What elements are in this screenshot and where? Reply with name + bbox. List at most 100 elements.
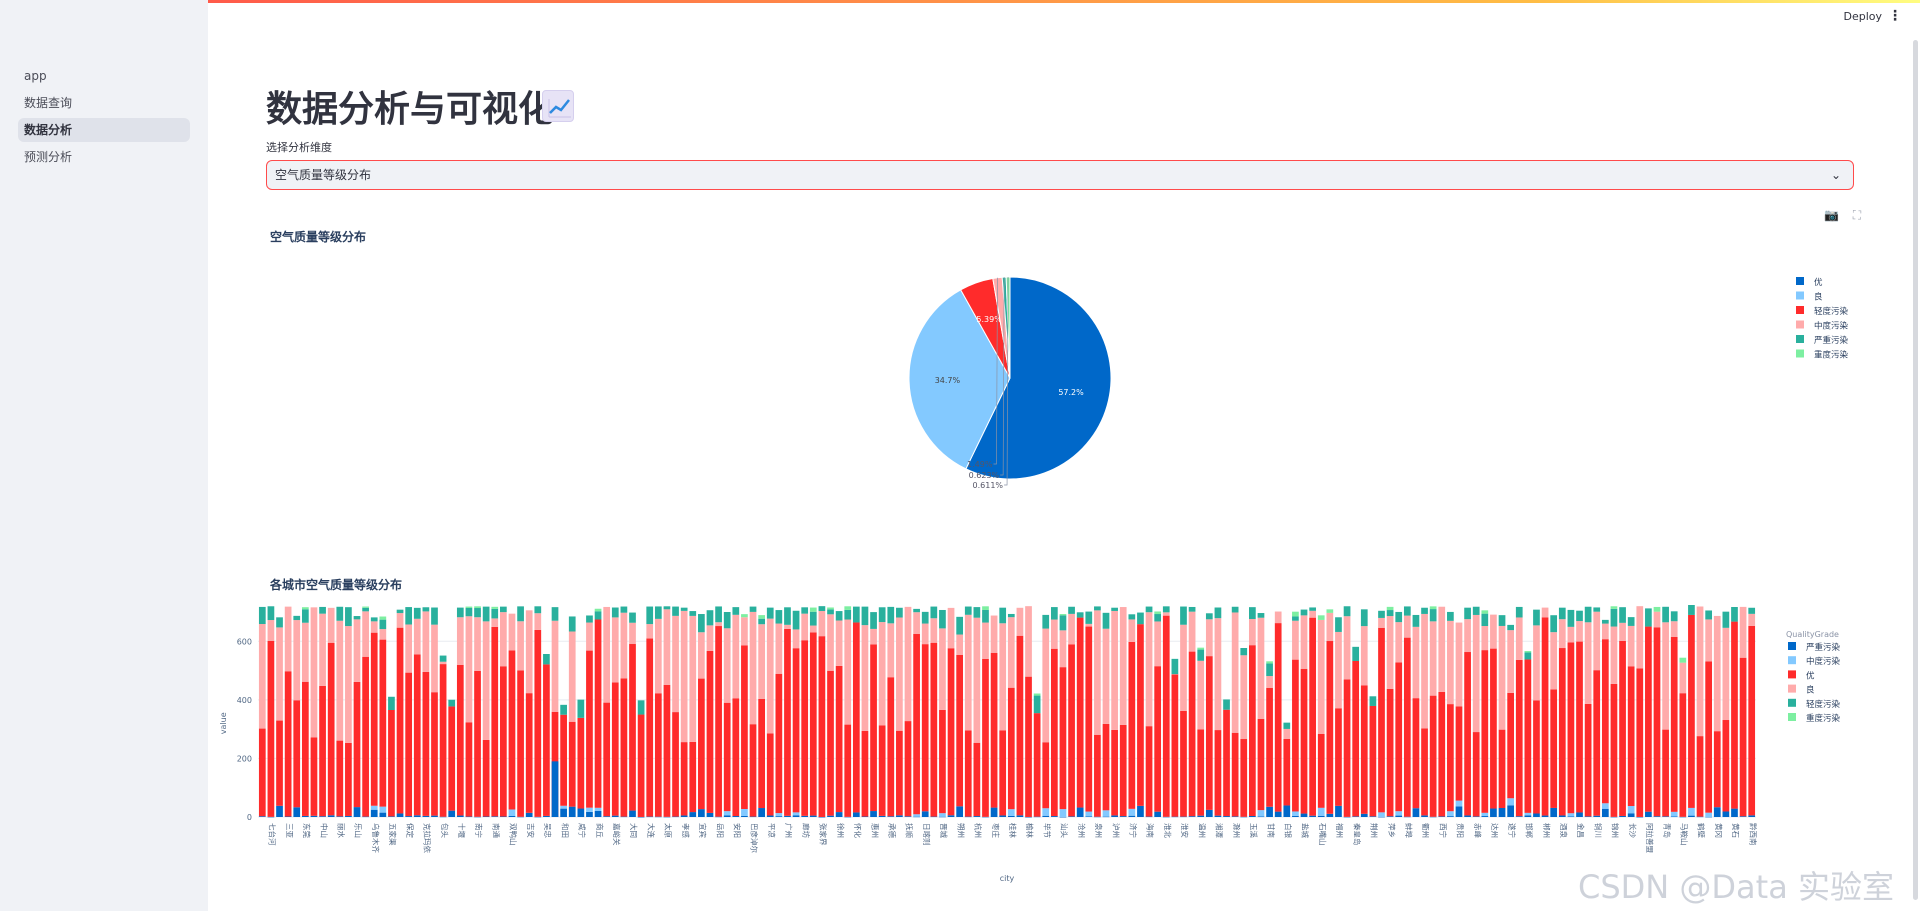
bar-segment[interactable] bbox=[861, 816, 869, 818]
bar-segment[interactable] bbox=[258, 728, 266, 817]
bar-segment[interactable] bbox=[319, 606, 326, 614]
bar-segment[interactable] bbox=[827, 815, 834, 817]
bar-segment[interactable] bbox=[396, 613, 404, 628]
bar-segment[interactable] bbox=[276, 627, 283, 721]
bar-segment[interactable] bbox=[723, 815, 731, 817]
bar-segment[interactable] bbox=[586, 650, 593, 808]
bar-segment[interactable] bbox=[353, 619, 361, 682]
bar-segment[interactable] bbox=[1748, 815, 1756, 817]
bar-segment[interactable] bbox=[1576, 621, 1583, 642]
bar-segment[interactable] bbox=[284, 816, 292, 818]
bar-segment[interactable] bbox=[1472, 606, 1480, 615]
bar-segment[interactable] bbox=[413, 607, 421, 619]
bar-segment[interactable] bbox=[1601, 623, 1609, 640]
bar-segment[interactable] bbox=[956, 806, 964, 817]
bar-segment[interactable] bbox=[1205, 619, 1213, 657]
bar-segment[interactable] bbox=[801, 613, 809, 641]
bar-segment[interactable] bbox=[1231, 732, 1239, 817]
bar-segment[interactable] bbox=[999, 730, 1007, 816]
bar-segment[interactable] bbox=[654, 816, 662, 818]
bar-segment[interactable] bbox=[1309, 610, 1316, 618]
bar-segment[interactable] bbox=[1240, 655, 1248, 740]
sidebar-item-data-analysis[interactable]: 数据分析 bbox=[18, 118, 190, 142]
sidebar-item-data-query[interactable]: 数据查询 bbox=[18, 91, 190, 115]
bar-segment[interactable] bbox=[1524, 659, 1532, 813]
bar-segment[interactable] bbox=[1007, 815, 1015, 817]
bar-segment[interactable] bbox=[939, 709, 946, 814]
bar-segment[interactable] bbox=[1257, 617, 1265, 719]
bar-segment[interactable] bbox=[405, 624, 413, 673]
bar-segment[interactable] bbox=[913, 814, 920, 817]
bar-segment[interactable] bbox=[370, 617, 378, 622]
bar-segment[interactable] bbox=[654, 618, 662, 694]
bar-segment[interactable] bbox=[1653, 611, 1661, 628]
bar-segment[interactable] bbox=[1068, 606, 1075, 614]
bar-segment[interactable] bbox=[1447, 816, 1454, 817]
bar-segment[interactable] bbox=[1688, 605, 1695, 615]
bar-segment[interactable] bbox=[1119, 607, 1127, 725]
bar-segment[interactable] bbox=[1412, 614, 1420, 627]
bar-segment[interactable] bbox=[723, 612, 731, 629]
bar-segment[interactable] bbox=[431, 607, 438, 625]
legend-swatch[interactable] bbox=[1796, 349, 1804, 358]
bar-segment[interactable] bbox=[543, 664, 550, 816]
bar-segment[interactable] bbox=[422, 607, 430, 612]
bar-segment[interactable] bbox=[1283, 805, 1291, 817]
bar-segment[interactable] bbox=[594, 608, 602, 612]
bar-segment[interactable] bbox=[465, 606, 473, 609]
bar-segment[interactable] bbox=[388, 816, 395, 817]
bar-segment[interactable] bbox=[775, 673, 783, 814]
bar-segment[interactable] bbox=[1662, 622, 1669, 730]
bar-segment[interactable] bbox=[827, 670, 834, 816]
bar-segment[interactable] bbox=[1748, 625, 1756, 816]
bar-segment[interactable] bbox=[603, 702, 611, 817]
bar-segment[interactable] bbox=[465, 616, 473, 723]
bar-segment[interactable] bbox=[1610, 606, 1618, 609]
bar-segment[interactable] bbox=[258, 606, 266, 625]
bar-segment[interactable] bbox=[474, 617, 481, 671]
bar-segment[interactable] bbox=[1464, 619, 1471, 653]
bar-segment[interactable] bbox=[603, 606, 611, 703]
bar-segment[interactable] bbox=[1050, 648, 1058, 817]
bar-segment[interactable] bbox=[1558, 619, 1566, 649]
bar-segment[interactable] bbox=[560, 704, 567, 715]
legend-label[interactable]: 严重污染 bbox=[1814, 335, 1849, 346]
bar-segment[interactable] bbox=[586, 615, 593, 623]
bar-segment[interactable] bbox=[1257, 718, 1265, 811]
bar-segment[interactable] bbox=[1645, 626, 1652, 812]
bar-segment[interactable] bbox=[379, 629, 387, 640]
bar-segment[interactable] bbox=[293, 700, 301, 808]
bar-segment[interactable] bbox=[517, 621, 524, 671]
bar-segment[interactable] bbox=[1403, 615, 1411, 638]
bar-segment[interactable] bbox=[594, 611, 602, 620]
bar-segment[interactable] bbox=[1731, 607, 1738, 622]
bar-segment[interactable] bbox=[267, 606, 275, 621]
bar-segment[interactable] bbox=[1662, 816, 1669, 817]
bar-segment[interactable] bbox=[1464, 815, 1471, 817]
bar-segment[interactable] bbox=[336, 740, 344, 817]
bar-segment[interactable] bbox=[1292, 616, 1299, 621]
bar-segment[interactable] bbox=[482, 621, 490, 740]
bar-segment[interactable] bbox=[534, 606, 542, 614]
fullscreen-icon[interactable]: ⛶ bbox=[1853, 208, 1861, 222]
bar-segment[interactable] bbox=[1533, 700, 1540, 814]
bar-segment[interactable] bbox=[1025, 816, 1032, 818]
bar-segment[interactable] bbox=[413, 815, 421, 817]
bar-segment[interactable] bbox=[1007, 617, 1015, 688]
bar-segment[interactable] bbox=[629, 622, 636, 645]
bar-segment[interactable] bbox=[887, 623, 895, 678]
bar-segment[interactable] bbox=[878, 622, 886, 726]
bar-segment[interactable] bbox=[698, 678, 705, 810]
bar-segment[interactable] bbox=[1696, 816, 1704, 818]
bar-segment[interactable] bbox=[1455, 806, 1463, 817]
bar-segment[interactable] bbox=[456, 664, 464, 816]
bar-segment[interactable] bbox=[1102, 810, 1110, 817]
bar-segment[interactable] bbox=[732, 816, 740, 817]
bar-segment[interactable] bbox=[1713, 807, 1721, 817]
bar-segment[interactable] bbox=[741, 808, 748, 816]
bar-segment[interactable] bbox=[1042, 628, 1050, 743]
bar-segment[interactable] bbox=[758, 808, 765, 817]
bar-segment[interactable] bbox=[1705, 619, 1713, 662]
bar-segment[interactable] bbox=[1378, 627, 1385, 813]
bar-segment[interactable] bbox=[1274, 611, 1282, 624]
